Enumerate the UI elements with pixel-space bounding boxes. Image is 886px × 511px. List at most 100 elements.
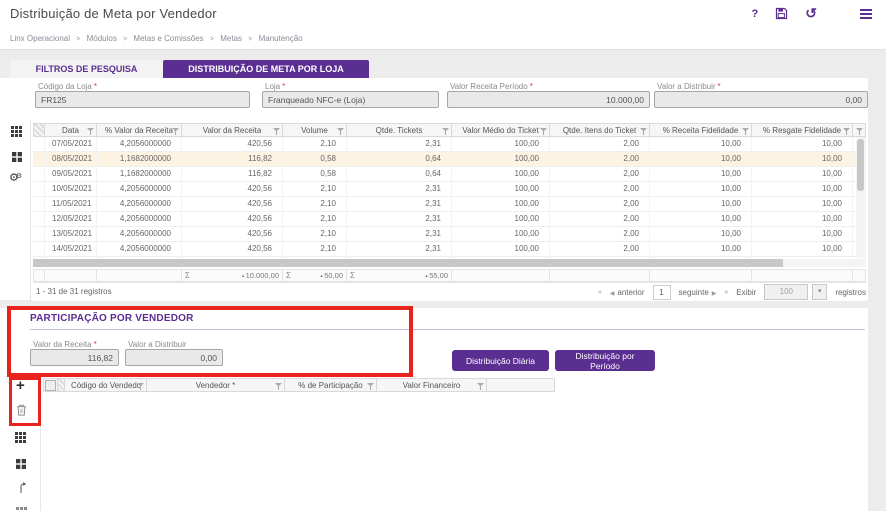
settings-gears-icon[interactable]: ⚙⚙ (9, 173, 22, 184)
grid-view-icon[interactable] (11, 126, 22, 137)
save-icon[interactable] (775, 7, 788, 20)
daily-col-header-7[interactable]: % Receita Fidelidade (650, 123, 752, 137)
table-row[interactable]: 14/05/2021 4,2056000000 420,56 2,10 2,31 100,… (33, 242, 866, 257)
daily-col-header-5[interactable]: Valor Médio do Ticket (452, 123, 550, 137)
filter-icon[interactable] (172, 128, 179, 135)
vendor-col-header-3[interactable]: Valor Financeiro (377, 378, 487, 392)
p-valor-da-receita-field[interactable] (30, 349, 119, 366)
vendor-col-header-2[interactable]: % de Participação (285, 378, 377, 392)
vendor-col-header-0[interactable]: Código do Vendedor * (65, 378, 147, 392)
page-size-select[interactable]: 100 (764, 284, 809, 300)
filter-icon[interactable] (337, 128, 344, 135)
daily-col-label: Volume (301, 125, 328, 135)
daily-col-header-0[interactable]: Data (45, 123, 97, 137)
breadcrumb-item[interactable]: Metas e Comissões (133, 34, 203, 43)
registros-label: registros (835, 287, 866, 297)
filter-icon[interactable] (742, 128, 749, 135)
sum-value: 10.000,00 (242, 271, 282, 280)
cell: 2,31 (347, 227, 452, 241)
breadcrumb-item[interactable]: Metas (220, 34, 242, 43)
clipped-icon[interactable] (16, 505, 27, 511)
cell: 15/05/2021 (45, 257, 97, 258)
table-row[interactable]: 11/05/2021 4,2056000000 420,56 2,10 2,31 100,… (33, 197, 866, 212)
add-row-icon[interactable]: + (16, 378, 25, 393)
cell: 420,56 (182, 242, 283, 256)
daily-grid-vscrollbar[interactable] (856, 137, 865, 258)
daily-col-header-2[interactable]: Valor da Receita (182, 123, 283, 137)
menu-icon[interactable] (860, 8, 872, 19)
return-arrow-icon[interactable] (18, 482, 27, 494)
cell: 1,1682000000 (97, 167, 182, 181)
cell: 10,00 (752, 167, 853, 181)
distribuicao-diaria-button[interactable]: Distribuição Diária (452, 350, 549, 371)
row-handle-cell (33, 212, 45, 226)
rail-divider (40, 377, 41, 511)
sum-value: 55,00 (425, 271, 451, 280)
codigo-da-loja-field[interactable] (35, 91, 250, 108)
cell: 10,00 (650, 137, 752, 151)
breadcrumb-item[interactable]: Linx Operacional (10, 34, 70, 43)
cell: 2,31 (347, 242, 452, 256)
filter-icon[interactable] (843, 128, 850, 135)
select-all-checkbox[interactable] (45, 379, 56, 391)
table-row[interactable]: 07/05/2021 4,2056000000 420,56 2,10 2,31 100,… (33, 137, 866, 152)
screen: Distribuição de Meta por Vendedor ? ↺ Li… (0, 0, 886, 511)
filter-icon[interactable] (640, 128, 647, 135)
page-size-caret-icon[interactable] (812, 284, 828, 300)
daily-col-label: Valor Médio do Ticket (462, 125, 539, 135)
cell: 2,00 (550, 212, 650, 226)
breadcrumb-item[interactable]: Módulos (87, 34, 117, 43)
current-page-box[interactable]: 1 (652, 284, 671, 300)
cell: 420,56 (182, 197, 283, 211)
sum-cell (650, 269, 752, 282)
cell: 2,00 (550, 227, 650, 241)
daily-col-header-6[interactable]: Qtde. Itens do Ticket (550, 123, 650, 137)
filter-icon[interactable] (540, 128, 547, 135)
last-page-icon[interactable] (724, 289, 728, 296)
valor-receita-periodo-field[interactable] (447, 91, 650, 108)
first-page-icon[interactable] (598, 289, 602, 296)
daily-col-header-8[interactable]: % Resgate Fidelidade (752, 123, 853, 137)
grid-view-icon[interactable] (15, 432, 26, 443)
tab-filtros-de-pesquisa[interactable]: FILTROS DE PESQUISA (10, 60, 163, 78)
filter-icon[interactable] (273, 128, 280, 135)
loja-field[interactable] (262, 91, 439, 108)
daily-col-header-4[interactable]: Qtde. Tickets (347, 123, 452, 137)
daily-grid-vscrollbar-thumb[interactable] (857, 139, 864, 191)
cell: 4,2056000000 (97, 137, 182, 151)
help-icon[interactable]: ? (752, 8, 759, 20)
table-row[interactable]: 09/05/2021 1,1682000000 116,82 0,58 0,64 100,… (33, 167, 866, 182)
daily-col-header-extra[interactable] (853, 123, 866, 137)
table-row[interactable]: 10/05/2021 4,2056000000 420,56 2,10 2,31 100,… (33, 182, 866, 197)
filter-icon[interactable] (367, 383, 374, 390)
cell: 0,58 (283, 257, 347, 258)
table-row[interactable]: 08/05/2021 1,1682000000 116,82 0,58 0,64 100,… (33, 152, 866, 167)
valor-a-distribuir-field[interactable] (654, 91, 868, 108)
filter-icon[interactable] (856, 128, 863, 135)
breadcrumb-item[interactable]: Manutenção (259, 34, 303, 43)
filter-icon[interactable] (477, 383, 484, 390)
table-row[interactable]: 13/05/2021 4,2056000000 420,56 2,10 2,31 100,… (33, 227, 866, 242)
daily-grid-hscrollbar-thumb[interactable] (33, 259, 783, 267)
previous-page-button[interactable]: anterior (610, 288, 644, 297)
daily-col-header-3[interactable]: Volume (283, 123, 347, 137)
next-page-button[interactable]: seguinte (679, 288, 717, 297)
distribuicao-por-periodo-button[interactable]: Distribuição por Período (555, 350, 655, 371)
undo-icon[interactable]: ↺ (805, 5, 817, 22)
filter-icon[interactable] (87, 128, 94, 135)
sum-cell: Σ 55,00 (347, 269, 452, 282)
delete-row-icon[interactable] (16, 404, 27, 416)
cell: 10,00 (752, 137, 853, 151)
cards-view-icon[interactable] (12, 152, 22, 162)
cell: 0,58 (283, 167, 347, 181)
p-valor-a-distribuir-field[interactable] (125, 349, 223, 366)
daily-col-header-1[interactable]: % Valor da Receita (97, 123, 182, 137)
tab-distribuicao-de-meta-por-loja[interactable]: DISTRIBUIÇÃO DE META POR LOJA (163, 60, 369, 78)
table-row[interactable]: 12/05/2021 4,2056000000 420,56 2,10 2,31 100,… (33, 212, 866, 227)
filter-icon[interactable] (442, 128, 449, 135)
daily-grid-hscrollbar[interactable] (33, 259, 866, 267)
filter-icon[interactable] (275, 383, 282, 390)
table-row[interactable]: 15/05/20211,1682000000116,820,580,64100,… (33, 257, 866, 258)
vendor-col-header-1[interactable]: Vendedor * (147, 378, 285, 392)
cards-view-icon[interactable] (16, 459, 26, 469)
